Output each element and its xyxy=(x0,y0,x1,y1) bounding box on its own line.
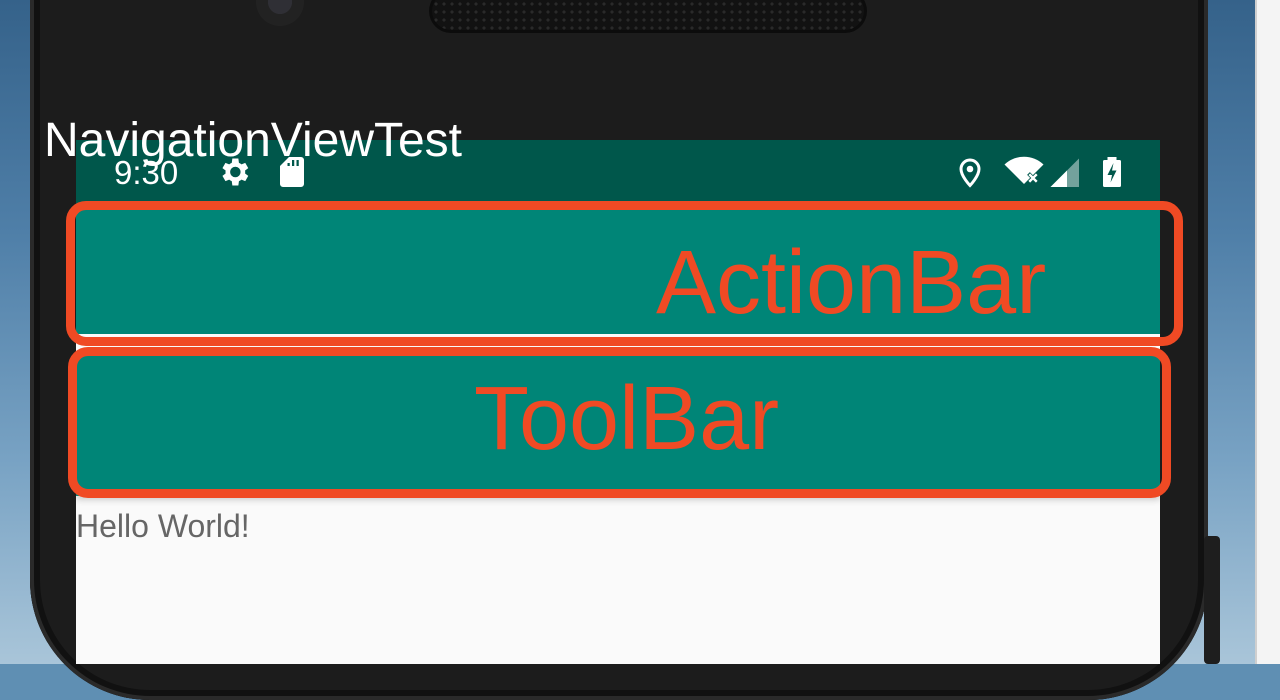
toolbar-annotation-label: ToolBar xyxy=(474,369,780,469)
battery-charging-icon xyxy=(1094,154,1130,190)
hello-world-text: Hello World! xyxy=(76,508,250,544)
side-panel xyxy=(1255,0,1280,664)
wifi-off-icon xyxy=(1002,154,1046,190)
phone-side-button xyxy=(1204,536,1220,664)
location-icon xyxy=(952,154,988,190)
actionbar-annotation-label: ActionBar xyxy=(656,233,1047,333)
front-camera-icon xyxy=(256,0,304,26)
signal-icon xyxy=(1046,154,1082,190)
earpiece-speaker xyxy=(432,0,864,30)
action-bar-title: NavigationViewTest xyxy=(44,114,463,167)
